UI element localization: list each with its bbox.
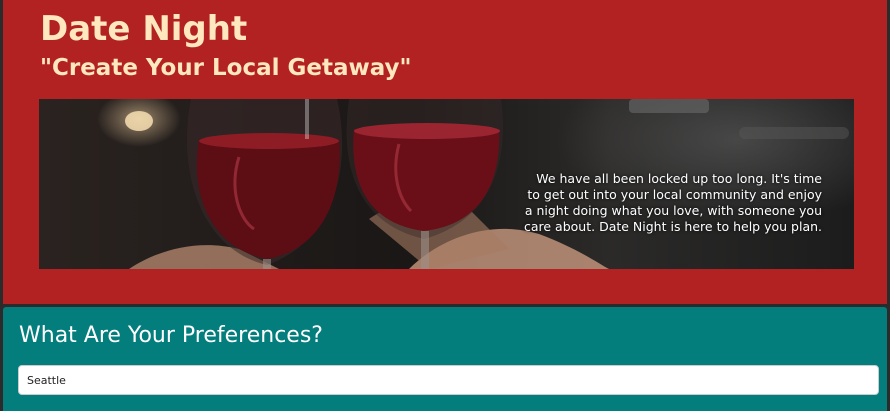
page-title: Date Night	[40, 9, 248, 49]
page-subtitle: "Create Your Local Getaway"	[40, 55, 412, 81]
banner-description: We have all been locked up too long. It'…	[524, 171, 822, 234]
site-header: Date Night "Create Your Local Getaway" W…	[3, 0, 887, 304]
hero-banner: We have all been locked up too long. It'…	[39, 99, 854, 269]
location-input[interactable]	[18, 365, 879, 395]
preferences-title: What Are Your Preferences?	[19, 323, 323, 348]
preferences-section: What Are Your Preferences?	[3, 307, 887, 411]
